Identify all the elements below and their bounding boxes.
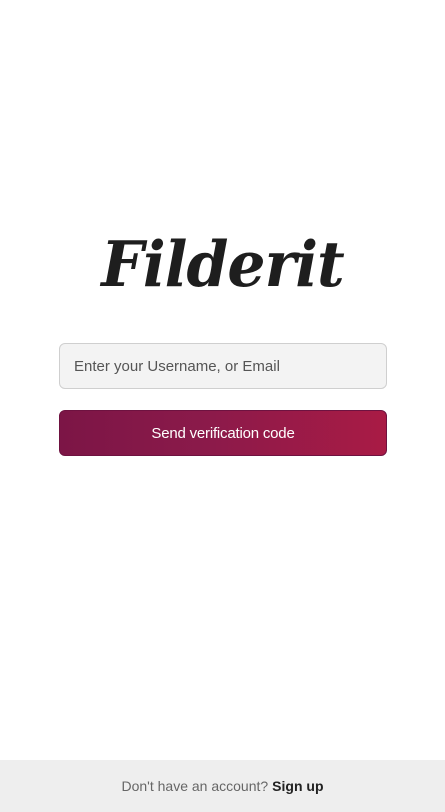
- page: Filderit Send verification code Don't ha…: [0, 0, 445, 812]
- logo-container: Filderit: [0, 222, 445, 308]
- signup-prompt: Don't have an account?: [121, 778, 269, 794]
- app-logo: Filderit: [101, 228, 344, 302]
- send-verification-code-button[interactable]: Send verification code: [59, 410, 387, 456]
- username-email-input[interactable]: [59, 343, 387, 389]
- sign-up-link[interactable]: Sign up: [272, 778, 323, 794]
- footer-bar: Don't have an account? Sign up: [0, 760, 445, 812]
